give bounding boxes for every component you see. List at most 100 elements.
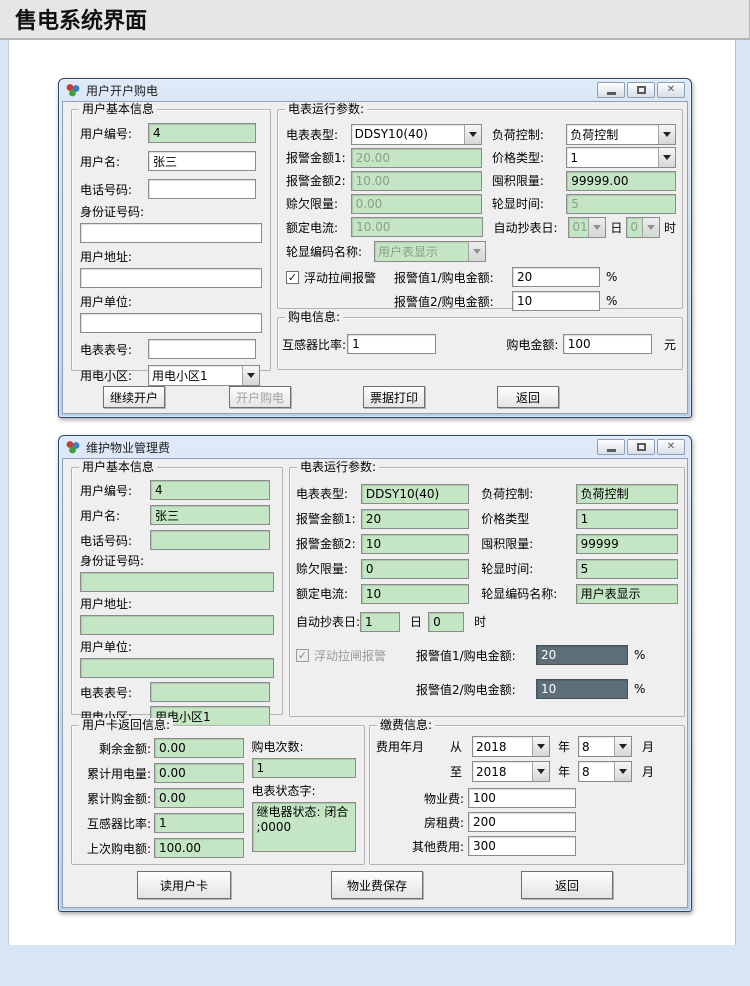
save-property-fee-button[interactable]: 物业费保存 — [331, 871, 423, 899]
continue-open-button[interactable]: 继续开户 — [103, 386, 165, 408]
group-meter-params: 电表运行参数: 电表表型: DDSY10(40) 负荷控制: 负荷控制 报警金额… — [277, 109, 683, 309]
last-purchase-field: 100.00 — [154, 838, 244, 858]
rated-current-label: 额定电流: — [286, 219, 351, 236]
open-purchase-button: 开户购电 — [229, 386, 291, 408]
auto-read-hour-value: 0 — [627, 218, 642, 237]
from-year-select[interactable]: 2018 — [472, 736, 550, 757]
chevron-down-icon[interactable] — [532, 762, 549, 781]
back-button[interactable]: 返回 — [521, 871, 613, 899]
float-trip-label: 浮动拉闸报警 — [314, 647, 386, 664]
chevron-down-icon[interactable] — [658, 148, 675, 167]
meter-type-select[interactable]: DDSY10(40) — [351, 124, 482, 145]
property-fee-input[interactable]: 100 — [468, 788, 576, 808]
alarm-ratio1-field[interactable]: 20 — [536, 645, 628, 665]
float-trip-checkbox[interactable]: 浮动拉闸报警 — [286, 269, 394, 286]
chevron-down-icon[interactable] — [588, 218, 605, 237]
phone-label: 电话号码: — [80, 181, 148, 198]
ct-ratio-input[interactable]: 1 — [347, 334, 436, 354]
page-title: 售电系统界面 — [15, 3, 147, 35]
auto-read-label: 自动抄表日: — [493, 219, 568, 236]
load-control-label: 负荷控制: — [492, 126, 566, 143]
hoard-limit-field: 99999.00 — [566, 171, 676, 191]
address-input[interactable] — [80, 268, 262, 288]
chevron-down-icon[interactable] — [464, 125, 481, 144]
phone-input[interactable] — [148, 179, 256, 199]
alarm-ratio2-label: 报警值2/购电金额: — [394, 293, 512, 310]
display-time-label: 轮显时间: — [492, 195, 566, 212]
titlebar: 用户开户购电 ✕ — [62, 79, 688, 101]
purchase-amount-input[interactable]: 100 — [563, 334, 652, 354]
chevron-down-icon[interactable] — [658, 125, 675, 144]
checkbox-check-icon[interactable] — [286, 271, 299, 284]
unit-input[interactable] — [80, 313, 262, 333]
minimize-button[interactable] — [597, 82, 625, 98]
group-user-info: 用户基本信息 用户编号: 4 用户名: 张三 电话号码: 身份证号码: 用户地址… — [71, 109, 271, 371]
from-month-select[interactable]: 8 — [578, 736, 632, 757]
close-button[interactable]: ✕ — [657, 439, 685, 455]
auto-read-day-field: 1 — [360, 612, 400, 632]
display-code-select: 用户表显示 — [374, 241, 486, 262]
id-card-field — [80, 572, 274, 592]
user-id-field: 4 — [150, 480, 270, 500]
address-label: 用户地址: — [80, 595, 274, 612]
alarm-ratio2-input[interactable]: 10 — [512, 291, 600, 311]
alarm-ratio1-input[interactable]: 20 — [512, 267, 600, 287]
load-control-select[interactable]: 负荷控制 — [566, 124, 676, 145]
price-type-field: 1 — [576, 509, 678, 529]
meter-no-field — [150, 682, 270, 702]
price-type-select[interactable]: 1 — [566, 147, 676, 168]
window-title: 维护物业管理费 — [86, 439, 595, 456]
auto-read-day-select[interactable]: 01 — [568, 217, 606, 238]
rent-fee-label: 房租费: — [376, 814, 468, 831]
id-card-input[interactable] — [80, 223, 262, 243]
rent-fee-input[interactable]: 200 — [468, 812, 576, 832]
year-unit-label: 年 — [558, 738, 570, 755]
close-icon: ✕ — [667, 442, 675, 452]
ct-ratio-label: 互感器比率: — [76, 815, 154, 832]
maximize-button[interactable] — [627, 439, 655, 455]
credit-limit-label: 赊欠限量: — [296, 560, 361, 577]
to-year-select[interactable]: 2018 — [472, 761, 550, 782]
back-button[interactable]: 返回 — [497, 386, 559, 408]
to-year-value: 2018 — [473, 762, 532, 781]
to-month-select[interactable]: 8 — [578, 761, 632, 782]
alarm-ratio2-label: 报警值2/购电金额: — [416, 681, 536, 698]
chevron-down-icon[interactable] — [642, 218, 659, 237]
meter-type-label: 电表表型: — [296, 485, 361, 502]
purchase-amount-label: 购电金额: — [506, 336, 562, 353]
chevron-down-icon[interactable] — [532, 737, 549, 756]
year-unit-label: 年 — [558, 763, 570, 780]
window-client-area: 用户基本信息 用户编号: 4 用户名: 张三 电话号码: 身份证号码: 用户地址… — [62, 101, 688, 414]
to-month-value: 8 — [579, 762, 614, 781]
month-unit-label: 月 — [642, 763, 654, 780]
maximize-button[interactable] — [627, 82, 655, 98]
minimize-button[interactable] — [597, 439, 625, 455]
price-type-label: 价格类型: — [492, 149, 566, 166]
total-usage-field: 0.00 — [154, 763, 244, 783]
user-id-label: 用户编号: — [80, 482, 150, 499]
from-year-value: 2018 — [473, 737, 532, 756]
district-select[interactable]: 用电小区1 — [148, 365, 260, 386]
close-button[interactable]: ✕ — [657, 82, 685, 98]
chevron-down-icon[interactable] — [614, 762, 631, 781]
auto-read-day-value: 01 — [569, 218, 588, 237]
meter-status-label: 电表状态字: — [252, 782, 358, 799]
hour-unit-label: 时 — [474, 613, 486, 630]
group-meter-params: 电表运行参数: 电表表型: DDSY10(40) 负荷控制: 负荷控制 报警金额… — [289, 467, 685, 717]
meter-no-input[interactable] — [148, 339, 256, 359]
alarm-amount1-label: 报警金额1: — [286, 149, 351, 166]
user-name-label: 用户名: — [80, 153, 148, 170]
ct-ratio-field: 1 — [154, 813, 244, 833]
print-receipt-button[interactable]: 票据打印 — [363, 386, 425, 408]
chevron-down-icon[interactable] — [614, 737, 631, 756]
auto-read-hour-select[interactable]: 0 — [626, 217, 660, 238]
chevron-down-icon[interactable] — [242, 366, 259, 385]
read-card-button[interactable]: 读用户卡 — [137, 871, 231, 899]
alarm-ratio2-field[interactable]: 10 — [536, 679, 628, 699]
titlebar: 维护物业管理费 ✕ — [62, 436, 688, 458]
alarm-amount2-label: 报警金额2: — [296, 535, 361, 552]
other-fee-input[interactable]: 300 — [468, 836, 576, 856]
close-icon: ✕ — [667, 85, 675, 95]
user-name-input[interactable]: 张三 — [148, 151, 256, 171]
price-type-label: 价格类型 — [481, 510, 575, 527]
